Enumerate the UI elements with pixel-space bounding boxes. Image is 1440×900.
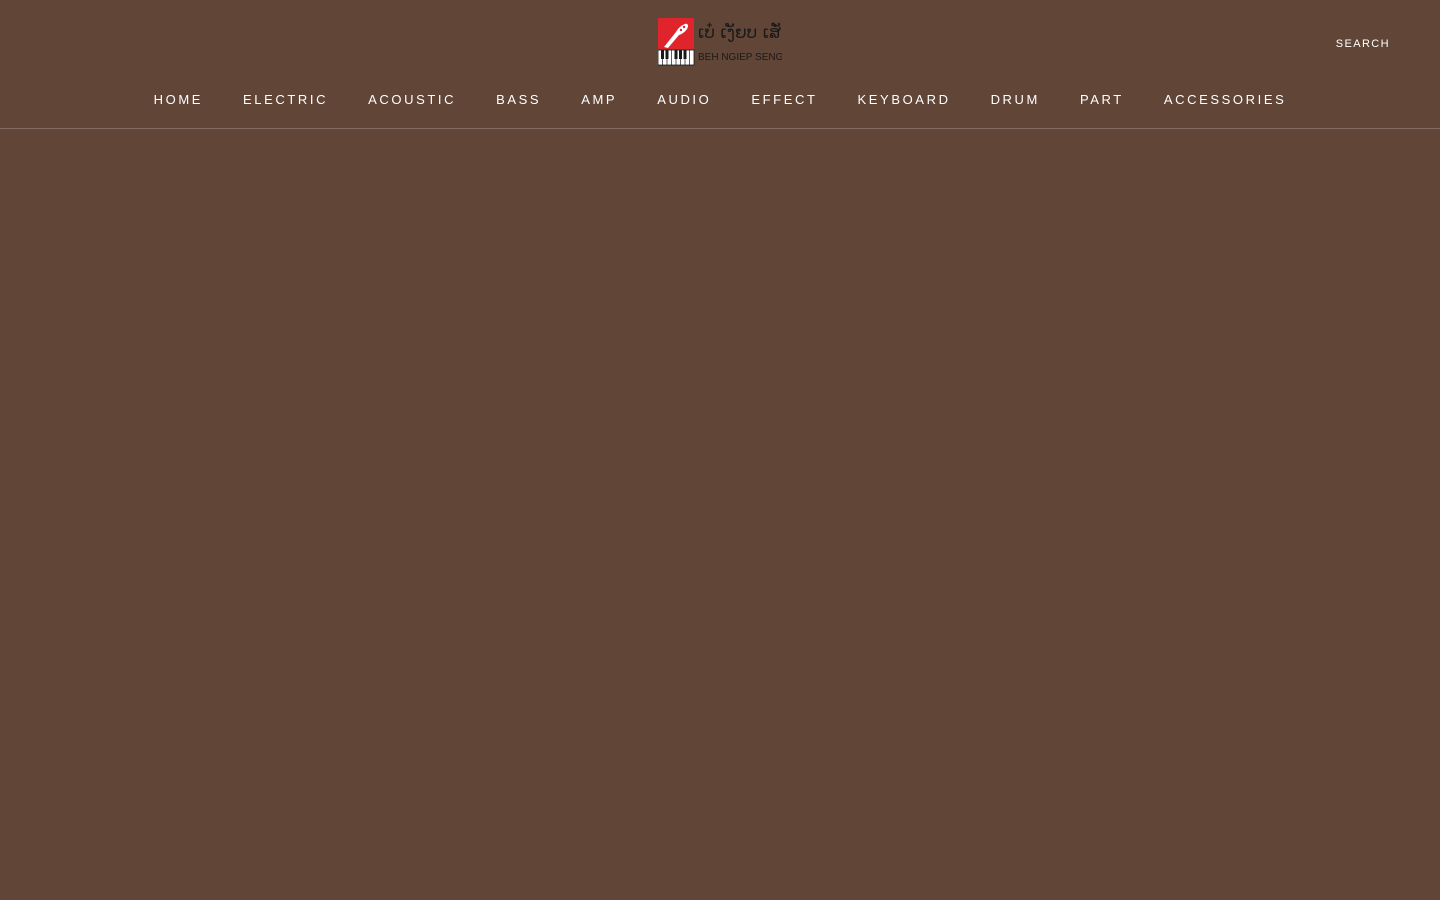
store-logo[interactable]: ເບ໋ ເງັຍບ ເສັ່ງ BEH NGIEP SENG: [657, 18, 789, 66]
search-link[interactable]: SEARCH: [1336, 37, 1390, 51]
nav-item-amp[interactable]: AMP: [581, 92, 617, 108]
nav-item-home[interactable]: HOME: [154, 92, 203, 108]
nav-item-keyboard[interactable]: KEYBOARD: [858, 92, 951, 108]
nav-item-audio[interactable]: AUDIO: [657, 92, 711, 108]
nav-item-part[interactable]: PART: [1080, 92, 1124, 108]
main-content-area: [0, 129, 1440, 900]
nav-item-electric[interactable]: ELECTRIC: [243, 92, 328, 108]
logo-latin-text: BEH NGIEP SENG: [698, 52, 782, 63]
logo-lao-text: ເບ໋ ເງັຍບ ເສັ່ງ: [698, 21, 782, 43]
store-logo-mark: ເບ໋ ເງັຍບ ເສັ່ງ BEH NGIEP SENG: [657, 18, 789, 66]
nav-item-bass[interactable]: BASS: [496, 92, 541, 108]
nav-item-drum[interactable]: DRUM: [991, 92, 1040, 108]
nav-item-accessories[interactable]: ACCESSORIES: [1164, 92, 1287, 108]
nav-item-acoustic[interactable]: ACOUSTIC: [368, 92, 456, 108]
main-nav: HOME ELECTRIC ACOUSTIC BASS AMP AUDIO EF…: [0, 92, 1440, 108]
nav-item-effect[interactable]: EFFECT: [751, 92, 817, 108]
site-header: ເບ໋ ເງັຍບ ເສັ່ງ BEH NGIEP SENG SEARCH HO…: [0, 0, 1440, 129]
